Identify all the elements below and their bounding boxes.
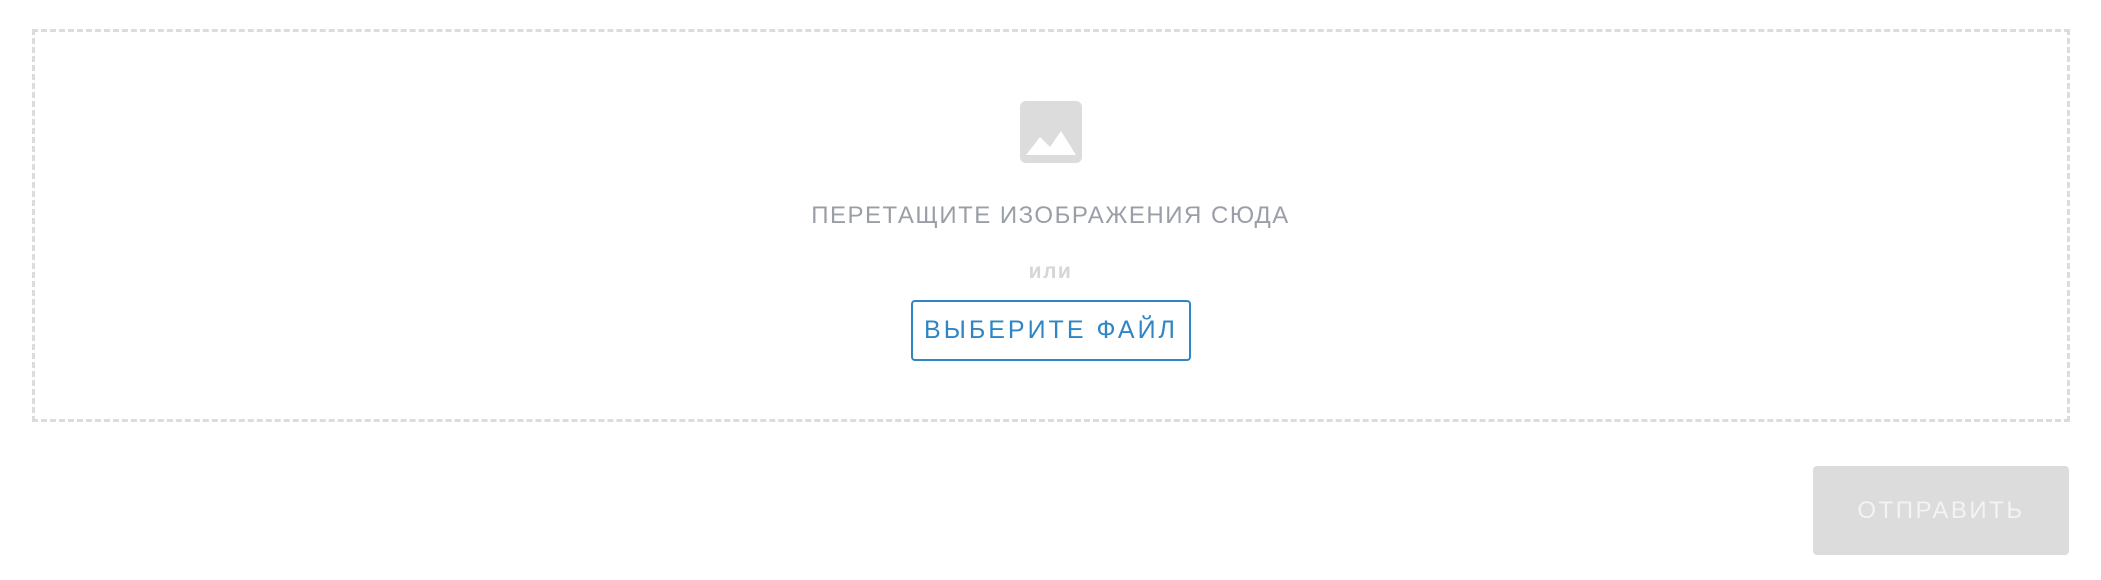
- image-icon: [1020, 101, 1082, 163]
- or-separator: или: [1028, 260, 1073, 283]
- upload-page: ПЕРЕТАЩИТЕ ИЗОБРАЖЕНИЯ СЮДА или ВЫБЕРИТЕ…: [0, 0, 2101, 580]
- drop-title: ПЕРЕТАЩИТЕ ИЗОБРАЖЕНИЯ СЮДА: [811, 202, 1290, 229]
- choose-file-button[interactable]: ВЫБЕРИТЕ ФАЙЛ: [911, 300, 1191, 361]
- submit-button[interactable]: ОТПРАВИТЬ: [1813, 466, 2069, 555]
